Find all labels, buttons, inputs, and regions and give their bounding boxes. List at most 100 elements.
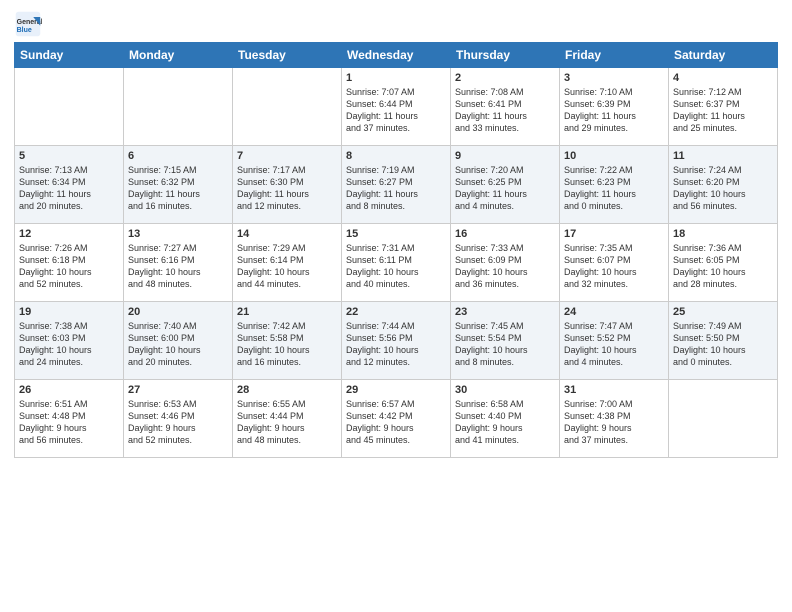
calendar-cell: 7 Sunrise: 7:17 AM Sunset: 6:30 PM Daylig… <box>233 146 342 224</box>
day-number: 3 <box>564 72 664 84</box>
weekday-header-wednesday: Wednesday <box>342 43 451 68</box>
day-info: Sunrise: 7:49 AM Sunset: 5:50 PM Dayligh… <box>673 320 773 369</box>
calendar-cell: 14 Sunrise: 7:29 AM Sunset: 6:14 PM Dayli… <box>233 224 342 302</box>
day-info: Sunrise: 7:13 AM Sunset: 6:34 PM Dayligh… <box>19 164 119 213</box>
calendar-cell: 2 Sunrise: 7:08 AM Sunset: 6:41 PM Daylig… <box>451 68 560 146</box>
calendar-cell: 25 Sunrise: 7:49 AM Sunset: 5:50 PM Dayli… <box>669 302 778 380</box>
day-number: 24 <box>564 306 664 318</box>
calendar-cell: 9Sunrise: 7:20 AM Sunset: 6:25 PM Daylig… <box>451 146 560 224</box>
day-info: Sunrise: 7:47 AM Sunset: 5:52 PM Dayligh… <box>564 320 664 369</box>
calendar-cell: 15 Sunrise: 7:31 AM Sunset: 6:11 PM Dayli… <box>342 224 451 302</box>
day-number: 26 <box>19 384 119 396</box>
day-number: 28 <box>237 384 337 396</box>
calendar-cell: 1 Sunrise: 7:07 AM Sunset: 6:44 PM Daylig… <box>342 68 451 146</box>
calendar-week-row: 26 Sunrise: 6:51 AM Sunset: 4:48 PM Dayli… <box>15 380 778 458</box>
day-number: 7 <box>237 150 337 162</box>
day-number: 14 <box>237 228 337 240</box>
day-info: Sunrise: 7:12 AM Sunset: 6:37 PM Dayligh… <box>673 86 773 135</box>
day-info: Sunrise: 7:19 AM Sunset: 6:27 PM Dayligh… <box>346 164 446 213</box>
day-number: 21 <box>237 306 337 318</box>
day-info: Sunrise: 7:22 AM Sunset: 6:23 PM Dayligh… <box>564 164 664 213</box>
day-info: Sunrise: 7:36 AM Sunset: 6:05 PM Dayligh… <box>673 242 773 291</box>
calendar-cell: 21 Sunrise: 7:42 AM Sunset: 5:58 PM Dayli… <box>233 302 342 380</box>
calendar-cell <box>15 68 124 146</box>
day-number: 15 <box>346 228 446 240</box>
logo-icon: General Blue <box>14 10 42 38</box>
calendar-week-row: 5 Sunrise: 7:13 AM Sunset: 6:34 PM Daylig… <box>15 146 778 224</box>
calendar-week-row: 19Sunrise: 7:38 AM Sunset: 6:03 PM Dayli… <box>15 302 778 380</box>
day-info: Sunrise: 7:44 AM Sunset: 5:56 PM Dayligh… <box>346 320 446 369</box>
calendar-cell: 12 Sunrise: 7:26 AM Sunset: 6:18 PM Dayli… <box>15 224 124 302</box>
calendar-cell: 26 Sunrise: 6:51 AM Sunset: 4:48 PM Dayli… <box>15 380 124 458</box>
day-info: Sunrise: 7:35 AM Sunset: 6:07 PM Dayligh… <box>564 242 664 291</box>
calendar-cell: 3Sunrise: 7:10 AM Sunset: 6:39 PM Daylig… <box>560 68 669 146</box>
calendar-cell: 24 Sunrise: 7:47 AM Sunset: 5:52 PM Dayli… <box>560 302 669 380</box>
weekday-header-thursday: Thursday <box>451 43 560 68</box>
calendar-cell: 20 Sunrise: 7:40 AM Sunset: 6:00 PM Dayli… <box>124 302 233 380</box>
day-info: Sunrise: 7:26 AM Sunset: 6:18 PM Dayligh… <box>19 242 119 291</box>
page-container: General Blue SundayMondayTuesdayWednesda… <box>0 0 792 464</box>
calendar-week-row: 12 Sunrise: 7:26 AM Sunset: 6:18 PM Dayli… <box>15 224 778 302</box>
day-number: 20 <box>128 306 228 318</box>
calendar-cell: 10 Sunrise: 7:22 AM Sunset: 6:23 PM Dayli… <box>560 146 669 224</box>
weekday-header-row: SundayMondayTuesdayWednesdayThursdayFrid… <box>15 43 778 68</box>
calendar-cell: 8 Sunrise: 7:19 AM Sunset: 6:27 PM Daylig… <box>342 146 451 224</box>
day-info: Sunrise: 7:24 AM Sunset: 6:20 PM Dayligh… <box>673 164 773 213</box>
day-number: 8 <box>346 150 446 162</box>
day-number: 16 <box>455 228 555 240</box>
calendar-cell <box>124 68 233 146</box>
header: General Blue <box>14 10 778 38</box>
day-number: 17 <box>564 228 664 240</box>
day-number: 30 <box>455 384 555 396</box>
day-info: Sunrise: 7:45 AM Sunset: 5:54 PM Dayligh… <box>455 320 555 369</box>
day-number: 6 <box>128 150 228 162</box>
day-number: 11 <box>673 150 773 162</box>
day-number: 2 <box>455 72 555 84</box>
day-info: Sunrise: 7:17 AM Sunset: 6:30 PM Dayligh… <box>237 164 337 213</box>
calendar-cell: 30 Sunrise: 6:58 AM Sunset: 4:40 PM Dayli… <box>451 380 560 458</box>
day-info: Sunrise: 7:00 AM Sunset: 4:38 PM Dayligh… <box>564 398 664 447</box>
day-number: 12 <box>19 228 119 240</box>
day-number: 31 <box>564 384 664 396</box>
calendar-cell: 31 Sunrise: 7:00 AM Sunset: 4:38 PM Dayli… <box>560 380 669 458</box>
weekday-header-monday: Monday <box>124 43 233 68</box>
weekday-header-saturday: Saturday <box>669 43 778 68</box>
day-info: Sunrise: 6:58 AM Sunset: 4:40 PM Dayligh… <box>455 398 555 447</box>
day-info: Sunrise: 7:15 AM Sunset: 6:32 PM Dayligh… <box>128 164 228 213</box>
day-number: 1 <box>346 72 446 84</box>
day-number: 19 <box>19 306 119 318</box>
day-info: Sunrise: 7:27 AM Sunset: 6:16 PM Dayligh… <box>128 242 228 291</box>
day-info: Sunrise: 6:53 AM Sunset: 4:46 PM Dayligh… <box>128 398 228 447</box>
calendar-cell <box>669 380 778 458</box>
day-info: Sunrise: 7:29 AM Sunset: 6:14 PM Dayligh… <box>237 242 337 291</box>
day-info: Sunrise: 7:08 AM Sunset: 6:41 PM Dayligh… <box>455 86 555 135</box>
day-info: Sunrise: 7:40 AM Sunset: 6:00 PM Dayligh… <box>128 320 228 369</box>
calendar-table: SundayMondayTuesdayWednesdayThursdayFrid… <box>14 42 778 458</box>
day-info: Sunrise: 7:07 AM Sunset: 6:44 PM Dayligh… <box>346 86 446 135</box>
day-number: 25 <box>673 306 773 318</box>
calendar-cell: 17 Sunrise: 7:35 AM Sunset: 6:07 PM Dayli… <box>560 224 669 302</box>
calendar-cell: 27 Sunrise: 6:53 AM Sunset: 4:46 PM Dayli… <box>124 380 233 458</box>
day-number: 4 <box>673 72 773 84</box>
day-number: 5 <box>19 150 119 162</box>
weekday-header-sunday: Sunday <box>15 43 124 68</box>
day-info: Sunrise: 7:42 AM Sunset: 5:58 PM Dayligh… <box>237 320 337 369</box>
logo: General Blue <box>14 10 46 38</box>
calendar-week-row: 1 Sunrise: 7:07 AM Sunset: 6:44 PM Daylig… <box>15 68 778 146</box>
day-info: Sunrise: 6:51 AM Sunset: 4:48 PM Dayligh… <box>19 398 119 447</box>
day-info: Sunrise: 7:33 AM Sunset: 6:09 PM Dayligh… <box>455 242 555 291</box>
calendar-cell: 19Sunrise: 7:38 AM Sunset: 6:03 PM Dayli… <box>15 302 124 380</box>
day-info: Sunrise: 6:57 AM Sunset: 4:42 PM Dayligh… <box>346 398 446 447</box>
calendar-cell: 29 Sunrise: 6:57 AM Sunset: 4:42 PM Dayli… <box>342 380 451 458</box>
day-info: Sunrise: 7:31 AM Sunset: 6:11 PM Dayligh… <box>346 242 446 291</box>
day-info: Sunrise: 6:55 AM Sunset: 4:44 PM Dayligh… <box>237 398 337 447</box>
day-number: 29 <box>346 384 446 396</box>
calendar-cell: 5 Sunrise: 7:13 AM Sunset: 6:34 PM Daylig… <box>15 146 124 224</box>
calendar-cell: 11 Sunrise: 7:24 AM Sunset: 6:20 PM Dayli… <box>669 146 778 224</box>
day-number: 18 <box>673 228 773 240</box>
day-number: 27 <box>128 384 228 396</box>
day-number: 10 <box>564 150 664 162</box>
day-number: 9 <box>455 150 555 162</box>
calendar-cell: 6 Sunrise: 7:15 AM Sunset: 6:32 PM Daylig… <box>124 146 233 224</box>
day-number: 23 <box>455 306 555 318</box>
